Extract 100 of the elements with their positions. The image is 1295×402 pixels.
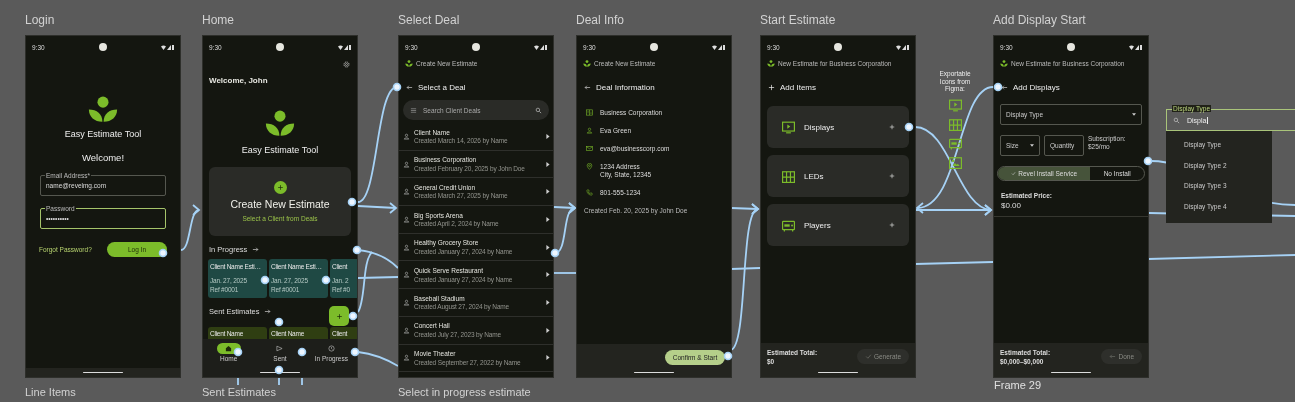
connection-dot[interactable] [321,275,331,285]
settings-icon[interactable] [343,60,350,68]
search-icon [1173,116,1180,124]
item-category-card[interactable]: LEDs [767,155,909,197]
home-icon [225,345,233,352]
connection-dot[interactable] [274,365,284,375]
back-arrow-icon[interactable] [584,83,591,91]
person-icon [403,354,410,362]
menu-icon[interactable] [410,106,417,114]
frame-label: Add Display Start [993,13,1086,27]
person-icon [403,215,410,223]
person-icon [403,160,410,168]
screen-title: Add Items [780,82,816,92]
chevron-right-icon [546,244,550,250]
frame-label: Login [25,13,55,27]
chevron-right-icon [546,189,550,195]
person-icon [403,243,410,251]
connector-line [180,204,201,251]
caret-icon [1132,113,1136,116]
logo-icon [767,60,775,67]
person-icon [403,271,410,279]
person-icon [403,326,410,334]
price-value: $0.00 [1001,201,1023,210]
connection-dot[interactable] [260,275,270,285]
connection-dot[interactable] [347,197,357,207]
chevron-right-icon [546,299,550,305]
chevron-right-icon [546,161,550,167]
chevron-right-icon [546,133,550,139]
arrow-right-icon[interactable] [264,307,272,315]
connector-line [357,351,399,367]
connection-dot[interactable] [392,82,402,92]
frame-label: Select Deal [398,13,460,27]
logo-icon [405,60,413,67]
greeting: Welcome, John [209,76,269,86]
connection-dot[interactable] [1143,156,1153,166]
frame-caption: Frame 29 [994,379,1042,391]
connector-line [237,377,239,386]
home-indicator [83,371,123,374]
connector-line [301,377,303,386]
logo-icon [265,110,295,137]
grid-icon [781,169,796,183]
chevron-right-icon [546,327,550,333]
plus-icon[interactable] [889,173,895,179]
item-category-card[interactable]: Players [767,204,909,246]
person-icon [403,188,410,196]
back-arrow-icon[interactable] [1001,83,1008,91]
chevron-right-icon [546,355,550,361]
mail-icon [586,145,593,152]
home-indicator [634,371,674,373]
camera-dot [833,43,842,51]
connection-dot[interactable] [297,347,307,357]
connector-line [553,272,577,274]
connection-dot[interactable] [550,248,560,258]
search-icon[interactable] [535,106,542,114]
grid-icon [947,117,963,131]
item-category-label: LEDs [804,171,825,181]
display-icon [781,120,796,134]
connection-dot[interactable] [352,245,362,255]
location-pin-icon [586,163,593,170]
connection-dot[interactable] [723,351,733,361]
connection-dot[interactable] [274,317,284,327]
chevron-right-icon [546,216,550,222]
frame-label: Start Estimate [760,13,836,27]
logo-icon [1000,60,1008,67]
back-arrow-icon [1109,353,1117,360]
signal-battery-icon [1129,44,1142,50]
player-icon [781,218,796,232]
connection-dot[interactable] [350,347,360,357]
frame-label: Select in progress estimate [398,386,531,399]
frame-label: Deal Info [576,13,625,27]
back-arrow-icon[interactable] [406,83,413,91]
connection-dot[interactable] [904,122,914,132]
plus-icon [273,181,287,194]
clock-icon [327,345,335,352]
signal-battery-icon [534,44,547,50]
person-icon [586,127,593,134]
camera-dot [275,43,284,51]
item-category-label: Displays [804,122,836,132]
plus-icon[interactable] [889,124,895,130]
welcome-heading: Welcome! [81,152,125,163]
connection-dot[interactable] [233,347,243,357]
screen-title: Add Displays [1013,82,1060,92]
camera-dot [471,43,480,51]
building-icon [586,109,593,116]
connection-dot[interactable] [993,82,1003,92]
phone-icon [586,189,593,196]
signal-battery-icon [161,44,174,50]
connection-dot[interactable] [348,311,358,321]
arrow-right-icon[interactable] [252,245,260,253]
screen-title: Deal Information [596,82,655,92]
player-icon [947,136,963,150]
item-category-card[interactable]: Displays [767,106,909,148]
check-icon [1011,171,1017,176]
add-button[interactable] [329,306,349,326]
connection-dot[interactable] [158,248,168,258]
send-icon [276,345,284,352]
camera-dot [98,43,107,51]
caret-icon [1030,144,1034,147]
card-title: Create New Estimate [230,198,330,210]
plus-icon[interactable] [889,222,895,228]
